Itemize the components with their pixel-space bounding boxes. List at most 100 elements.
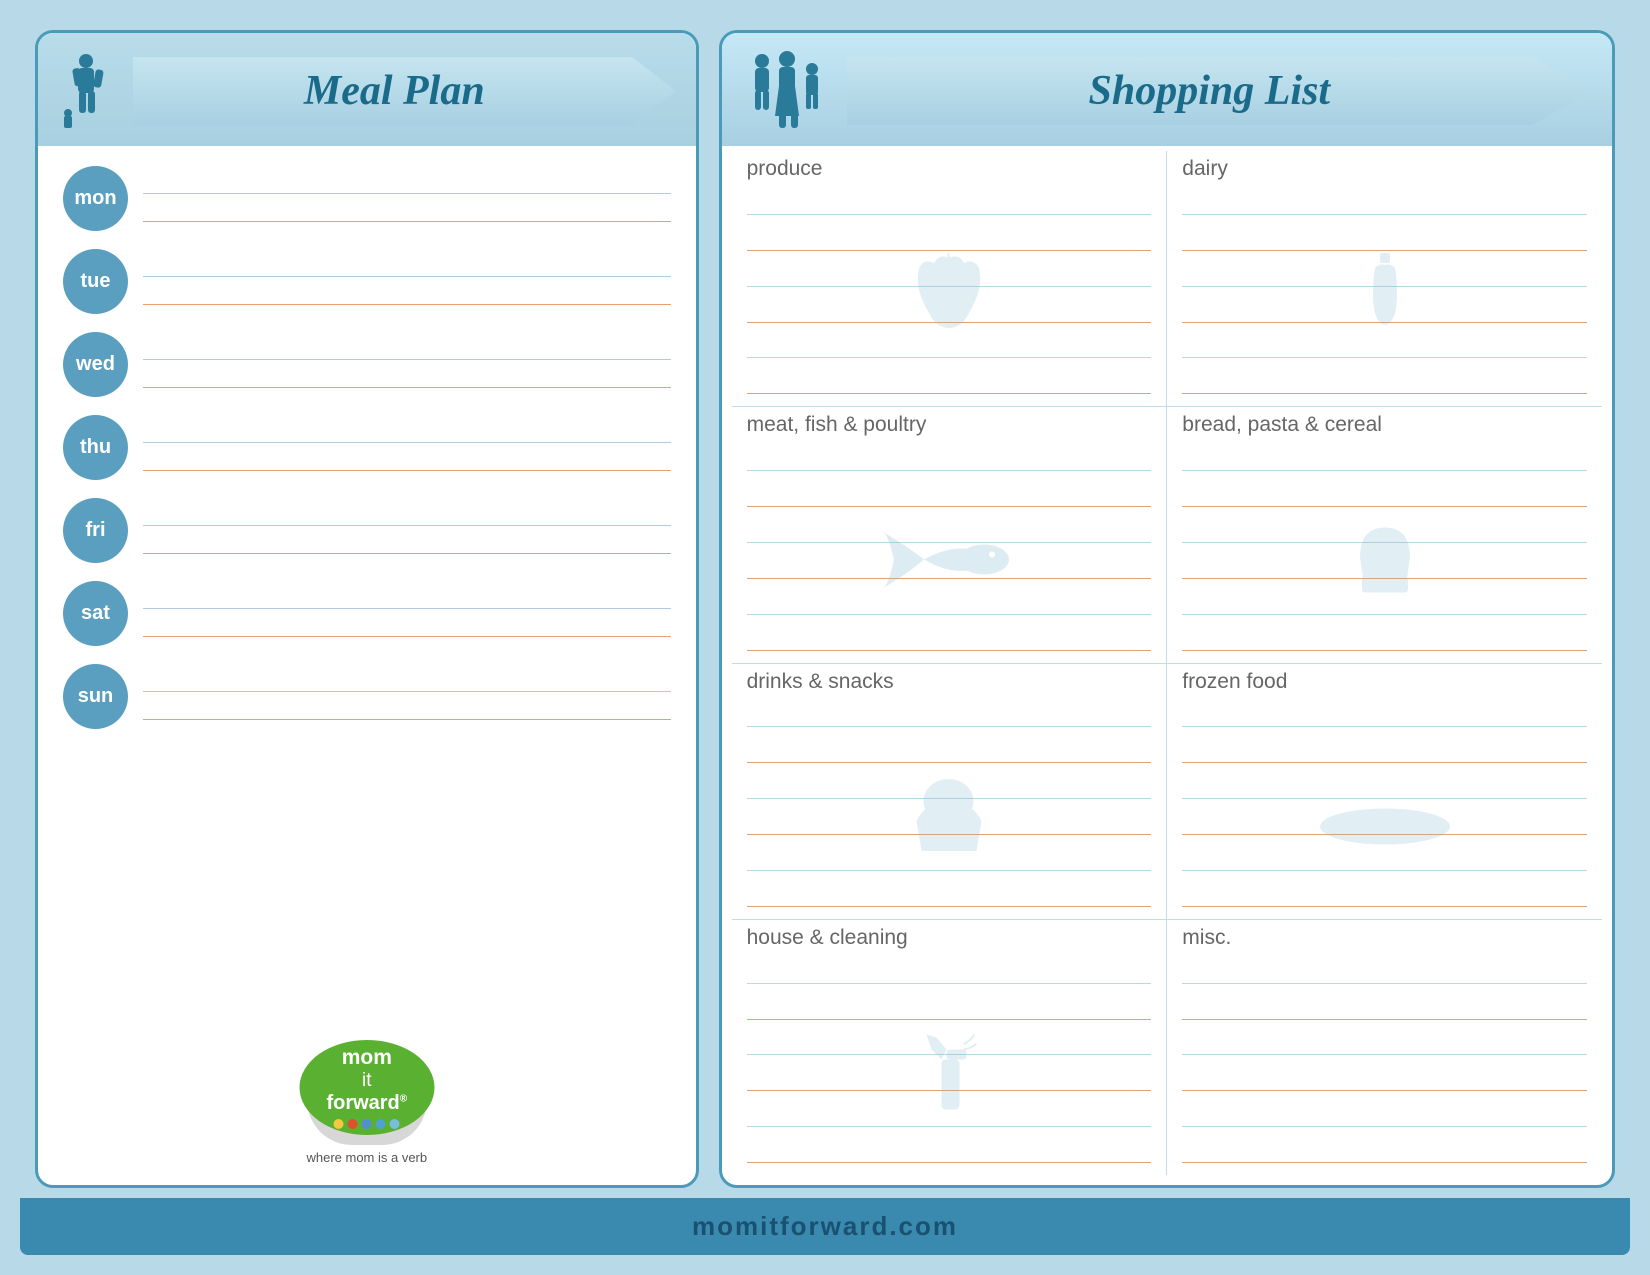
line	[747, 996, 1152, 1020]
frozen-label: frozen food	[1182, 670, 1587, 694]
line	[747, 227, 1152, 251]
section-drinks: drinks & snacks	[732, 664, 1168, 919]
line	[1182, 1139, 1587, 1163]
dairy-label: dairy	[1182, 157, 1587, 181]
section-meat: meat, fish & poultry	[732, 407, 1168, 662]
frozen-fish-icon	[1315, 804, 1455, 849]
line	[143, 508, 671, 526]
line	[747, 960, 1152, 984]
line	[747, 370, 1152, 394]
logo-tagline: where mom is a verb	[306, 1150, 427, 1165]
day-circle-thu: thu	[63, 415, 128, 480]
line	[1182, 191, 1587, 215]
day-circle-mon: mon	[63, 166, 128, 231]
logo-green-circle: mom it forward®	[299, 1040, 434, 1135]
line	[747, 883, 1152, 907]
day-row-sun: sun	[63, 664, 671, 729]
drinks-lines	[747, 698, 1152, 913]
line	[1182, 1067, 1587, 1091]
day-row-tue: tue	[63, 249, 671, 314]
shopping-row-3: drinks & snacks	[732, 664, 1602, 920]
house-label: house & cleaning	[747, 926, 1152, 950]
section-house: house & cleaning	[732, 920, 1168, 1175]
section-bread: bread, pasta & cereal	[1167, 407, 1602, 662]
bottle-icon	[1370, 253, 1400, 333]
day-circle-tue: tue	[63, 249, 128, 314]
produce-lines	[747, 185, 1152, 400]
line	[1182, 483, 1587, 507]
shopping-body: produce	[722, 146, 1612, 1185]
line	[143, 536, 671, 554]
house-lines	[747, 954, 1152, 1169]
frozen-lines	[1182, 698, 1587, 913]
dot-red	[348, 1119, 358, 1129]
section-frozen: frozen food	[1167, 664, 1602, 919]
section-produce: produce	[732, 151, 1168, 406]
day-lines-wed	[143, 342, 671, 388]
line	[1182, 883, 1587, 907]
footer: momitforward.com	[20, 1198, 1630, 1255]
logo-it: it	[362, 1070, 372, 1092]
meal-plan-card: Meal Plan mon tue	[35, 30, 699, 1188]
line	[143, 342, 671, 360]
line	[747, 739, 1152, 763]
day-circle-sat: sat	[63, 581, 128, 646]
day-row-sat: sat	[63, 581, 671, 646]
line	[1182, 334, 1587, 358]
footer-text: momitforward.com	[692, 1211, 958, 1242]
meal-plan-banner: Meal Plan	[133, 57, 676, 125]
day-lines-fri	[143, 508, 671, 554]
shopping-list-card: Shopping List produce	[719, 30, 1615, 1188]
main-container: Meal Plan mon tue	[20, 20, 1630, 1255]
line	[747, 703, 1152, 727]
line	[1182, 996, 1587, 1020]
top-section: Meal Plan mon tue	[20, 20, 1630, 1198]
section-dairy: dairy	[1167, 151, 1602, 406]
line	[143, 591, 671, 609]
line	[1182, 370, 1587, 394]
day-circle-wed: wed	[63, 332, 128, 397]
day-lines-sun	[143, 674, 671, 720]
dot-yellow	[334, 1119, 344, 1129]
line	[1182, 627, 1587, 651]
day-lines-sat	[143, 591, 671, 637]
line	[747, 1139, 1152, 1163]
meat-label: meat, fish & poultry	[747, 413, 1152, 437]
logo-dots	[334, 1119, 400, 1129]
shopping-title: Shopping List	[1089, 67, 1331, 115]
logo-reg: ®	[400, 1093, 407, 1104]
line	[143, 176, 671, 194]
cupcake-icon	[911, 776, 986, 856]
bread-lines	[1182, 441, 1587, 656]
day-circle-sun: sun	[63, 664, 128, 729]
day-lines-thu	[143, 425, 671, 471]
line	[143, 204, 671, 222]
bread-icon	[1350, 522, 1420, 597]
misc-lines	[1182, 954, 1587, 1169]
line	[747, 627, 1152, 651]
produce-label: produce	[747, 157, 1152, 181]
logo-wrapper: mom it forward®	[297, 1040, 437, 1165]
shopping-row-4: house & cleaning	[732, 920, 1602, 1175]
day-circle-fri: fri	[63, 498, 128, 563]
apple-icon	[914, 253, 984, 333]
family-icon	[742, 51, 832, 131]
line	[747, 447, 1152, 471]
line	[143, 453, 671, 471]
logo-area: mom it forward®	[297, 1040, 437, 1145]
logo-mom: mom	[342, 1046, 392, 1070]
drinks-label: drinks & snacks	[747, 670, 1152, 694]
line	[1182, 227, 1587, 251]
shopping-banner: Shopping List	[847, 57, 1592, 125]
meal-plan-body: mon tue	[38, 146, 696, 1025]
line	[1182, 739, 1587, 763]
day-lines-tue	[143, 259, 671, 305]
section-misc: misc.	[1167, 920, 1602, 1175]
meal-plan-title: Meal Plan	[304, 67, 485, 115]
line	[747, 591, 1152, 615]
shopping-header: Shopping List	[722, 33, 1612, 146]
line	[747, 334, 1152, 358]
day-row-fri: fri	[63, 498, 671, 563]
line	[143, 619, 671, 637]
line	[143, 702, 671, 720]
